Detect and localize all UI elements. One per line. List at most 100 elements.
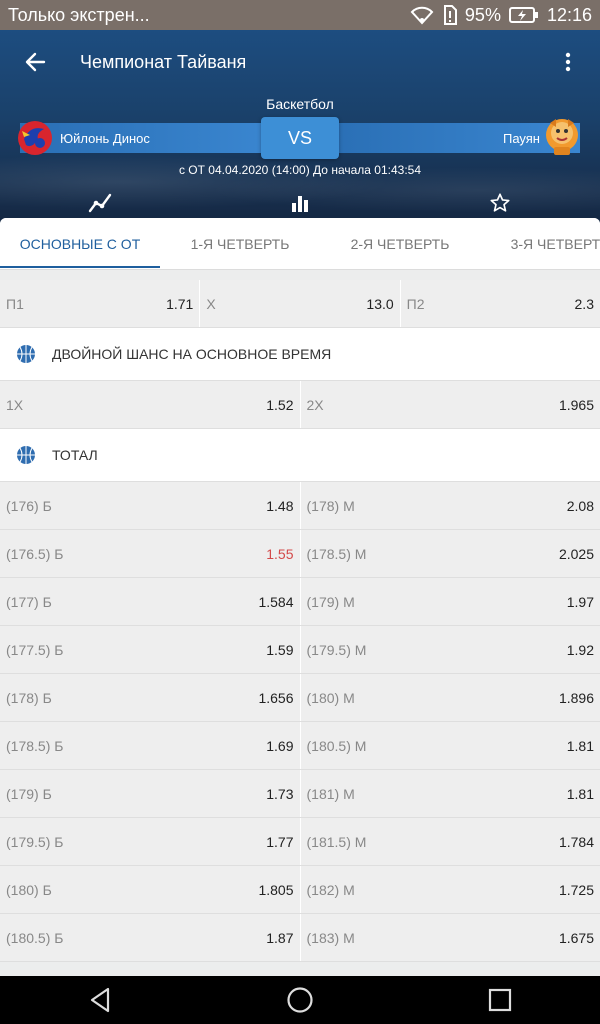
odds-value: 1.97	[566, 593, 594, 610]
odds-value: 1.52	[266, 396, 294, 413]
bar-chart-icon	[292, 196, 308, 212]
nav-back-button[interactable]	[70, 976, 130, 1024]
odds-cell[interactable]: (176.5) Б 1.55	[0, 530, 300, 577]
odds-cell[interactable]: (180.5) М 1.81	[299, 722, 600, 769]
odds-cell[interactable]: (181.5) М 1.784	[299, 818, 600, 865]
tab-quarter-1[interactable]: 1-Я ЧЕТВЕРТЬ	[160, 218, 320, 270]
favorite-button[interactable]	[480, 186, 520, 220]
odds-label: (181) М	[306, 785, 355, 802]
odds-value: 1.81	[566, 785, 594, 802]
tab-quarter-3[interactable]: 3-Я ЧЕТВЕРТЬ	[480, 218, 600, 270]
odds-label: (180.5) М	[306, 737, 367, 754]
match-header: Чемпионат Тайваня Баскетбол Юйлонь Динос…	[0, 30, 600, 230]
back-triangle-icon	[90, 987, 110, 1013]
odds-value: 2.025	[558, 545, 594, 562]
odds-label: (180) М	[306, 689, 355, 706]
odds-label: (178) М	[306, 497, 355, 514]
odds-cell[interactable]: (179.5) М 1.92	[299, 626, 600, 673]
team1-bar[interactable]: Юйлонь Динос	[20, 123, 270, 153]
tab-bar: ОСНОВНЫЕ С ОТ 1-Я ЧЕТВЕРТЬ 2-Я ЧЕТВЕРТЬ …	[0, 218, 600, 270]
match-actions	[0, 186, 600, 220]
odds-value: 1.584	[258, 593, 294, 610]
market-groups: ДВОЙНОЙ ШАНС НА ОСНОВНОЕ ВРЕМЯ 1X 1.52 2X 1.…	[0, 328, 600, 962]
odds-label: (183) М	[306, 929, 355, 946]
odds-value: 1.69	[266, 737, 294, 754]
odds-cell[interactable]: (178.5) М 2.025	[299, 530, 600, 577]
odds-label: П1	[6, 295, 24, 312]
odds-cell[interactable]: (176) Б 1.48	[0, 482, 300, 529]
sport-label: Баскетбол	[266, 96, 334, 112]
odds-value: 13.0	[366, 295, 394, 312]
odds-label: (177.5) Б	[6, 641, 64, 658]
team2-logo	[546, 119, 578, 155]
odds-row: (177) Б 1.584 (179) М 1.97	[0, 578, 600, 626]
odds-label: (178.5) М	[306, 545, 367, 562]
odds-label: (179.5) Б	[6, 833, 64, 850]
match-start-info: с ОТ 04.04.2020 (14:00) До начала 01:43:…	[178, 163, 422, 177]
market-group-title: ТОТАЛ	[52, 447, 98, 463]
odds-cell[interactable]: П2 2.3	[399, 280, 600, 327]
odds-cell[interactable]: X 13.0	[199, 280, 399, 327]
odds-cell[interactable]: (180) Б 1.805	[0, 866, 300, 913]
odds-value: 1.656	[258, 689, 294, 706]
system-nav-bar	[0, 976, 600, 1024]
arrow-left-icon	[25, 52, 46, 72]
odds-label: (179.5) М	[306, 641, 367, 658]
odds-row: (178) Б 1.656 (180) М 1.896	[0, 674, 600, 722]
odds-value: 1.92	[566, 641, 594, 658]
stats-line-button[interactable]	[80, 186, 120, 220]
odds-cell[interactable]: (178) М 2.08	[299, 482, 600, 529]
odds-cell[interactable]: 1X 1.52	[0, 381, 300, 428]
odds-cell[interactable]: (182) М 1.725	[299, 866, 600, 913]
odds-cell[interactable]: (183) М 1.675	[299, 914, 600, 961]
app-bar: Чемпионат Тайваня	[0, 30, 600, 94]
team2-name: Пауян	[502, 130, 540, 146]
sim-alert-icon	[443, 5, 457, 25]
team1-name: Юйлонь Динос	[60, 130, 150, 146]
odds-cell[interactable]: (177.5) Б 1.59	[0, 626, 300, 673]
market-group-header[interactable]: ТОТАЛ	[0, 429, 600, 482]
odds-label: (181.5) М	[306, 833, 367, 850]
tab-quarter-2[interactable]: 2-Я ЧЕТВЕРТЬ	[320, 218, 480, 270]
market-group-header[interactable]: ДВОЙНОЙ ШАНС НА ОСНОВНОЕ ВРЕМЯ	[0, 328, 600, 381]
odds-cell[interactable]: (177) Б 1.584	[0, 578, 300, 625]
odds-value: 1.48	[266, 497, 294, 514]
odds-label: (182) М	[306, 881, 355, 898]
odds-value: 1.784	[558, 833, 594, 850]
tab-main-ot[interactable]: ОСНОВНЫЕ С ОТ	[0, 218, 160, 270]
battery-percent: 95%	[464, 4, 501, 25]
stats-bar-button[interactable]	[280, 186, 320, 220]
market-group-title: ДВОЙНОЙ ШАНС НА ОСНОВНОЕ ВРЕМЯ	[52, 346, 332, 362]
more-button[interactable]	[536, 30, 600, 94]
odds-label: 1X	[6, 396, 24, 413]
odds-cell[interactable]: (179) М 1.97	[299, 578, 600, 625]
odds-cell[interactable]: (178) Б 1.656	[0, 674, 300, 721]
odds-row: (176.5) Б 1.55 (178.5) М 2.025	[0, 530, 600, 578]
nav-home-button[interactable]	[270, 976, 330, 1024]
odds-cell[interactable]: (180.5) Б 1.87	[0, 914, 300, 961]
basketball-icon	[17, 446, 35, 464]
home-circle-icon	[287, 987, 313, 1013]
recents-square-icon	[488, 988, 512, 1012]
odds-cell[interactable]: (179.5) Б 1.77	[0, 818, 300, 865]
odds-cell[interactable]: П1 1.71	[0, 280, 199, 327]
odds-value: 1.71	[166, 295, 194, 312]
nav-recents-button[interactable]	[470, 976, 530, 1024]
odds-label: (179) Б	[6, 785, 52, 802]
odds-cell[interactable]: (179) Б 1.73	[0, 770, 300, 817]
odds-value: 1.73	[266, 785, 294, 802]
odds-label: (180.5) Б	[6, 929, 64, 946]
back-button[interactable]	[0, 30, 70, 94]
odds-value: 1.59	[266, 641, 294, 658]
odds-cell[interactable]: (180) М 1.896	[299, 674, 600, 721]
status-notification: Только экстрен...	[8, 4, 150, 25]
odds-cell[interactable]: (181) М 1.81	[299, 770, 600, 817]
odds-row: (178.5) Б 1.69 (180.5) М 1.81	[0, 722, 600, 770]
odds-label: (176) Б	[6, 497, 52, 514]
odds-cell[interactable]: (178.5) Б 1.69	[0, 722, 300, 769]
odds-value: 1.965	[558, 396, 594, 413]
odds-value: 1.675	[558, 929, 594, 946]
battery-charging-icon	[508, 7, 538, 23]
odds-label: (180) Б	[6, 881, 52, 898]
odds-cell[interactable]: 2X 1.965	[299, 381, 600, 428]
